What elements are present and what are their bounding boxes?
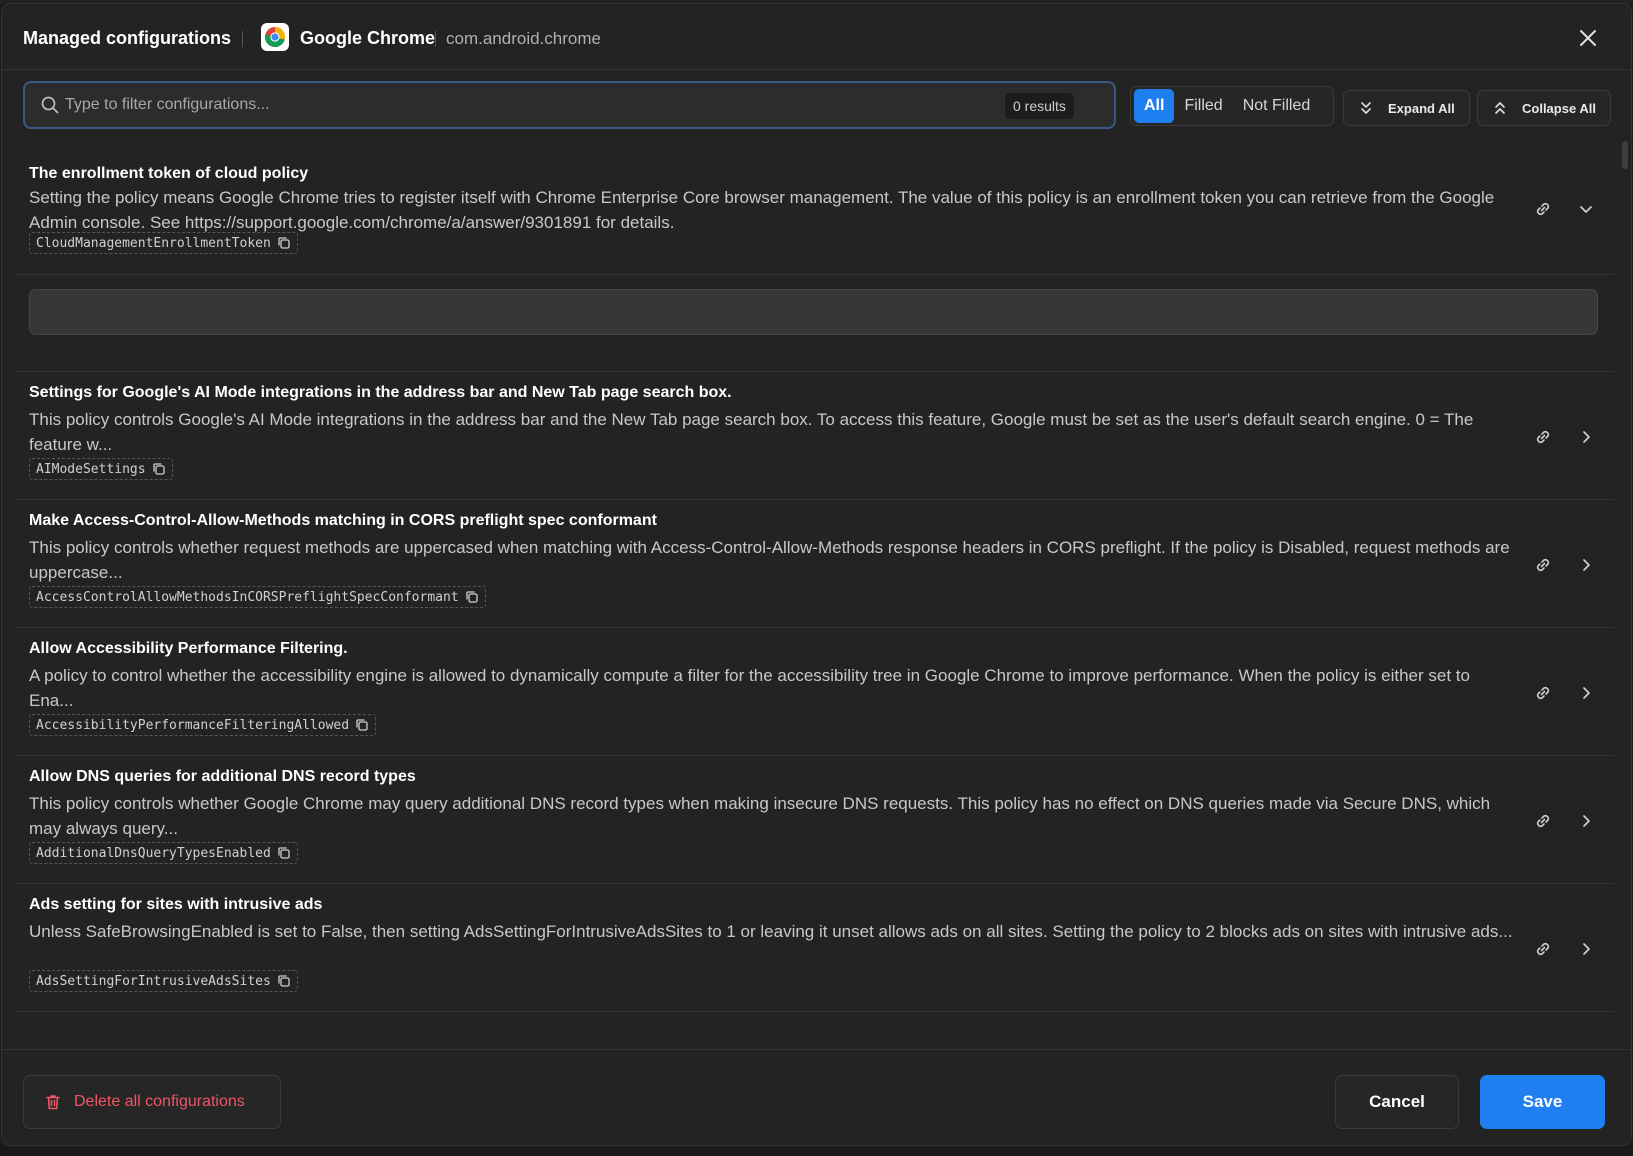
link-icon[interactable] [1532,682,1554,704]
close-icon [1580,30,1596,46]
filter-not-filled-button[interactable]: Not Filled [1233,89,1321,123]
config-item[interactable]: Allow Accessibility Performance Filterin… [14,628,1614,756]
config-key: AdsSettingForIntrusiveAdsSites [36,973,271,989]
collapse-all-button[interactable]: Collapse All [1477,90,1611,126]
config-key: AccessibilityPerformanceFilteringAllowed [36,717,350,733]
delete-all-configurations-button[interactable]: Delete all configurations [23,1075,281,1129]
link-icon[interactable] [1532,938,1554,960]
filter-filled-button[interactable]: Filled [1174,89,1232,123]
copy-icon[interactable] [277,236,291,250]
config-key: AdditionalDnsQueryTypesEnabled [36,845,271,861]
link-icon[interactable] [1532,426,1554,448]
config-key-chip[interactable]: AdditionalDnsQueryTypesEnabled [29,842,298,864]
chevron-right-icon[interactable] [1577,428,1595,446]
filter-search-box: 0 results [23,81,1116,129]
expand-all-button[interactable]: Expand All [1343,90,1470,126]
dialog-footer: Delete all configurations Cancel Save [2,1049,1631,1145]
cancel-button[interactable]: Cancel [1335,1075,1459,1129]
config-title: Settings for Google's AI Mode integratio… [29,384,732,401]
chevron-right-icon[interactable] [1577,556,1595,574]
copy-icon[interactable] [355,718,369,732]
config-key: AccessControlAllowMethodsInCORSPreflight… [36,589,459,605]
config-description: This policy controls whether request met… [29,538,1510,582]
header-divider [435,31,436,47]
close-button[interactable] [1576,26,1600,50]
dialog-title: Managed configurations [23,28,232,48]
config-description: Setting the policy means Google Chrome t… [29,188,1495,232]
save-button[interactable]: Save [1480,1075,1605,1129]
link-icon[interactable] [1532,554,1554,576]
config-title: The enrollment token of cloud policy [29,165,309,182]
config-title: Allow DNS queries for additional DNS rec… [29,768,416,785]
chevron-down-icon[interactable] [1577,200,1595,218]
filter-segmented-control: All Filled Not Filled [1130,86,1334,126]
config-title: Allow Accessibility Performance Filterin… [29,640,348,657]
config-value-editor [14,275,1614,372]
chevron-right-icon[interactable] [1577,684,1595,702]
config-item[interactable]: Ads setting for sites with intrusive ads… [14,884,1614,1012]
dialog-header: Managed configurations Google Chrome com… [2,4,1631,70]
list-scrollbar[interactable] [1618,137,1628,1052]
copy-icon[interactable] [152,462,166,476]
copy-icon[interactable] [277,846,291,860]
config-key-chip[interactable]: CloudManagementEnrollmentToken [29,232,298,254]
config-description: This policy controls whether Google Chro… [29,794,1491,838]
config-value-input[interactable] [29,289,1598,335]
package-name: com.android.chrome [446,29,601,48]
config-title: Ads setting for sites with intrusive ads [29,896,323,913]
list-scrollbar-thumb[interactable] [1622,141,1628,169]
configuration-list: The enrollment token of cloud policy Set… [14,137,1616,1052]
trash-icon [46,1095,60,1110]
search-icon [41,96,59,114]
config-description: This policy controls Google's AI Mode in… [29,410,1474,454]
filter-all-button[interactable]: All [1134,89,1175,123]
backdrop [0,1146,1633,1156]
expand-all-label: Expand All [1388,100,1455,116]
collapse-all-label: Collapse All [1522,100,1596,116]
config-item[interactable]: Settings for Google's AI Mode integratio… [14,372,1614,500]
copy-icon[interactable] [465,590,479,604]
app-name: Google Chrome [300,28,436,48]
config-item[interactable]: Allow DNS queries for additional DNS rec… [14,756,1614,884]
chevrons-up-icon [1495,102,1505,114]
config-key-chip[interactable]: AccessControlAllowMethodsInCORSPreflight… [29,586,486,608]
config-key-chip[interactable]: AIModeSettings [29,458,173,480]
managed-configurations-dialog: Managed configurations Google Chrome com… [1,3,1632,1146]
config-title: Make Access-Control-Allow-Methods matchi… [29,512,657,529]
config-item[interactable]: Make Access-Control-Allow-Methods matchi… [14,500,1614,628]
config-item: The enrollment token of cloud policy Set… [14,137,1614,275]
config-key: CloudManagementEnrollmentToken [36,235,271,251]
config-description: Unless SafeBrowsingEnabled is set to Fal… [29,922,1513,941]
config-key: AIModeSettings [36,461,146,477]
results-count-badge: 0 results [1005,93,1074,119]
header-divider [242,31,243,47]
delete-all-label: Delete all configurations [74,1093,245,1110]
chevron-right-icon[interactable] [1577,940,1595,958]
config-key-chip[interactable]: AdsSettingForIntrusiveAdsSites [29,970,298,992]
chrome-logo-icon [261,23,289,51]
search-input[interactable] [65,91,1015,119]
link-icon[interactable] [1532,198,1554,220]
chevron-right-icon[interactable] [1577,812,1595,830]
config-key-chip[interactable]: AccessibilityPerformanceFilteringAllowed [29,714,377,736]
copy-icon[interactable] [277,974,291,988]
config-description: A policy to control whether the accessib… [29,666,1470,710]
link-icon[interactable] [1532,810,1554,832]
chevrons-down-icon [1361,102,1371,114]
